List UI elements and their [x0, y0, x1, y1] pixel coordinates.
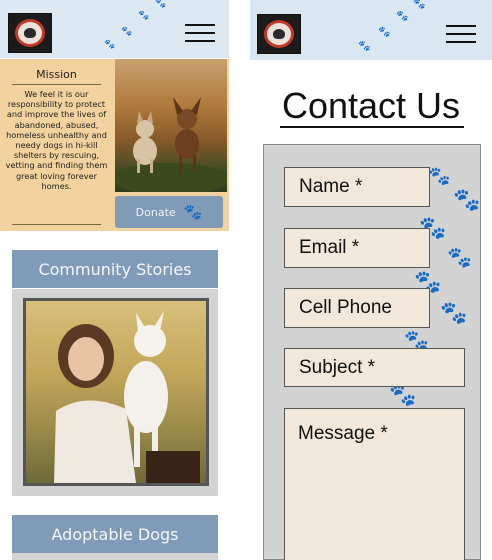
title-underline — [280, 126, 464, 128]
paw-icon: 🐾 — [155, 0, 167, 9]
paw-icon: 🐾 — [404, 328, 429, 352]
divider — [12, 84, 101, 85]
right-panel: 🐾 🐾 🐾 🐾 Contact Us 🐾 🐾 🐾 🐾 🐾 🐾 🐾 🐾 Name … — [250, 0, 492, 560]
paw-icon: 🐾 — [183, 203, 203, 221]
contact-form: 🐾 🐾 🐾 🐾 🐾 🐾 🐾 🐾 Name * Email * Cell Phon… — [263, 144, 481, 560]
page-title: Contact Us — [281, 85, 461, 126]
community-stories-title: Community Stories — [38, 259, 192, 279]
story-photo-frame — [23, 298, 209, 486]
paw-icon: 🐾 — [396, 11, 409, 22]
paw-icon: 🐾 — [428, 166, 451, 187]
paw-icon: 🐾 — [138, 11, 150, 21]
community-story-card — [12, 289, 218, 496]
left-panel: 🐾 🐾 🐾 🐾 Mission We feel it is our respon… — [0, 0, 229, 560]
logo-icon[interactable] — [8, 13, 52, 53]
mission-title: Mission — [36, 68, 77, 81]
site-header: 🐾 🐾 🐾 🐾 — [250, 0, 492, 60]
mission-body: We feel it is our responsibility to prot… — [5, 89, 108, 191]
donate-label: Donate — [135, 205, 176, 219]
paw-icon: 🐾 — [447, 245, 472, 269]
logo-icon[interactable] — [257, 14, 301, 54]
paw-icon: 🐾 — [413, 0, 426, 10]
dogs-photo — [115, 59, 227, 192]
paw-icon: 🐾 — [440, 301, 468, 326]
subject-field[interactable]: Subject * — [284, 348, 465, 387]
donate-button[interactable]: Donate 🐾 — [115, 196, 223, 228]
woman-with-dog-photo — [26, 301, 206, 483]
site-header: 🐾 🐾 🐾 🐾 — [0, 0, 229, 58]
email-field[interactable]: Email * — [284, 228, 430, 268]
adoptable-dogs-card: Adoptable Dogs — [12, 515, 218, 560]
menu-icon[interactable] — [185, 24, 215, 44]
woman-dog-illustration — [54, 311, 200, 483]
message-field[interactable]: Message * — [284, 408, 465, 560]
paw-icon: 🐾 — [104, 40, 116, 50]
menu-icon[interactable] — [446, 25, 476, 45]
paw-icon: 🐾 — [121, 27, 133, 37]
divider — [12, 224, 101, 225]
dogs-illustration — [115, 97, 227, 192]
adoptable-dogs-header[interactable]: Adoptable Dogs — [12, 515, 218, 553]
community-stories-header[interactable]: Community Stories — [12, 250, 218, 288]
phone-field[interactable]: Cell Phone — [284, 288, 430, 328]
name-field[interactable]: Name * — [284, 167, 430, 207]
mission-card: Mission We feel it is our responsibility… — [0, 59, 229, 231]
paw-icon: 🐾 — [453, 188, 481, 213]
paw-icon: 🐾 — [389, 383, 417, 408]
paw-icon: 🐾 — [358, 41, 371, 52]
paw-icon: 🐾 — [378, 27, 391, 38]
mission-text-block: Mission We feel it is our responsibility… — [0, 59, 113, 231]
adoptable-dogs-title: Adoptable Dogs — [51, 524, 179, 544]
